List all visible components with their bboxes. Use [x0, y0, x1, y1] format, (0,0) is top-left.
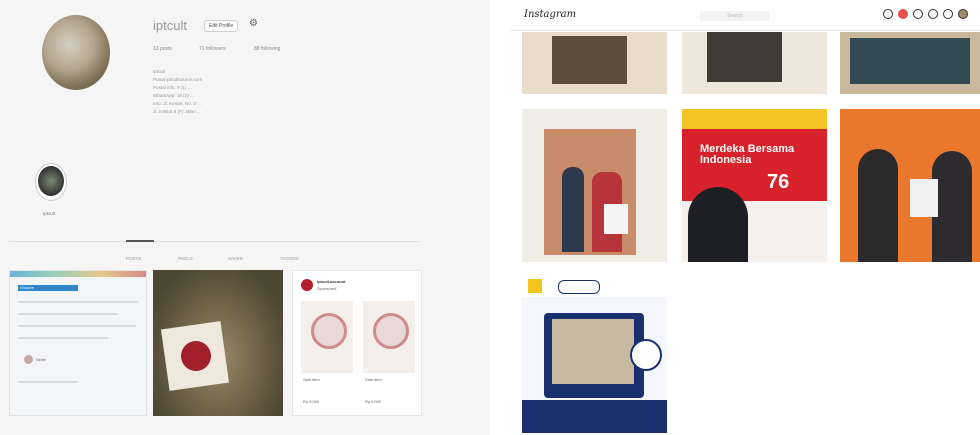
instagram-logo[interactable]: Instagram [524, 9, 576, 20]
profile-screenshot: iptcult Edit Profile ⚙ 13 posts 71 follo… [0, 0, 490, 435]
certificate [604, 204, 628, 234]
anniversary-number: 76 [767, 171, 790, 193]
explore-icon[interactable] [928, 9, 938, 19]
edit-profile-button[interactable]: Edit Profile [204, 20, 239, 32]
new-post-icon[interactable] [913, 9, 923, 19]
post-photo [552, 36, 627, 84]
logo-badge [528, 279, 542, 293]
bio-line: Portal iptcultsource.com [153, 77, 203, 82]
product-name: Sale item [365, 377, 382, 382]
bio-line: Info: Jl. Kenari, No. 2 ... [153, 101, 202, 106]
heart-icon[interactable] [943, 9, 953, 19]
grid-post[interactable] [840, 109, 980, 262]
grid-post[interactable] [522, 275, 667, 433]
product-graphic [311, 313, 347, 349]
instagram-grid-screenshot: Instagram Search Merdeka Bersama Indones… [510, 0, 980, 435]
post-photo [552, 319, 634, 384]
post-thumbnail-shop[interactable]: iptcult.account Sponsored Sale item Sale… [292, 270, 422, 416]
account-name: iptcult.account [317, 279, 346, 284]
account-avatar [301, 279, 313, 291]
person-figure [562, 167, 584, 252]
person-figure [688, 187, 748, 262]
tab-divider [9, 241, 419, 242]
color-strip [10, 271, 146, 277]
post-photo [850, 38, 970, 84]
grid-post[interactable]: Merdeka Bersama Indonesia 76 [682, 109, 827, 262]
logo-seal [181, 341, 211, 371]
post-title: Merdeka Bersama Indonesia [700, 143, 795, 166]
person-figure [858, 149, 898, 262]
account-subtitle: Sponsored [317, 286, 337, 291]
tab-reels[interactable]: REELS [178, 256, 193, 261]
followers-count[interactable]: 71 followers [199, 46, 226, 52]
product-name: Sale item [303, 377, 320, 382]
product-graphic [373, 313, 409, 349]
top-nav: Instagram Search [510, 0, 980, 31]
placeholder-line [18, 325, 136, 327]
tab-tagged[interactable]: TAGGED [280, 256, 299, 261]
product-image [301, 301, 353, 373]
bio-line: WhatsApp: 18 (2) ... [153, 93, 194, 98]
messenger-icon[interactable] [898, 9, 908, 19]
screenshot-header: Shopee [20, 285, 34, 290]
highlight-image [38, 166, 64, 196]
logo-badge [558, 280, 600, 294]
background-door [544, 129, 636, 255]
placeholder-line [18, 381, 78, 383]
post-footer-strip [522, 400, 667, 433]
grid-post[interactable] [840, 32, 980, 94]
gear-icon[interactable]: ⚙ [249, 18, 258, 29]
product-price: Rp 5.000 [303, 399, 320, 404]
post-thumbnail-product[interactable] [153, 270, 283, 416]
post-photo [707, 32, 782, 82]
profile-username: iptcult [153, 18, 187, 33]
posts-count: 13 posts [153, 46, 172, 52]
product-image [363, 301, 415, 373]
bio-line: Jl. Institut 8 (F) Jalan ... [153, 109, 201, 114]
grid-post[interactable] [522, 32, 667, 94]
tab-posts[interactable]: POSTS [126, 256, 141, 261]
bio-line: Postal info: 9 (1) ... [153, 85, 192, 90]
placeholder-line [18, 313, 118, 315]
placeholder-line [18, 301, 138, 303]
following-count[interactable]: 88 following [254, 46, 280, 52]
post-header-strip [682, 109, 827, 129]
active-tab-indicator [126, 240, 154, 242]
grid-post[interactable] [522, 109, 667, 262]
tab-saved[interactable]: SAVED [228, 256, 243, 261]
certificate [910, 179, 938, 217]
avatar-icon[interactable] [958, 9, 968, 19]
seller-label: Seller [36, 357, 47, 362]
person-figure [932, 151, 972, 262]
placeholder-line [18, 337, 108, 339]
product-price: Rp 5.000 [365, 399, 382, 404]
search-input[interactable]: Search [700, 11, 770, 21]
grid-post[interactable] [682, 32, 827, 94]
bio-line: Iptcult [153, 69, 166, 74]
round-badge [630, 339, 662, 371]
seller-avatar [24, 355, 33, 364]
post-thumbnail-screenshot[interactable]: Shopee Seller [9, 270, 147, 416]
profile-avatar[interactable] [42, 15, 110, 90]
highlight-label: Iptcult [43, 211, 56, 216]
home-icon[interactable] [883, 9, 893, 19]
